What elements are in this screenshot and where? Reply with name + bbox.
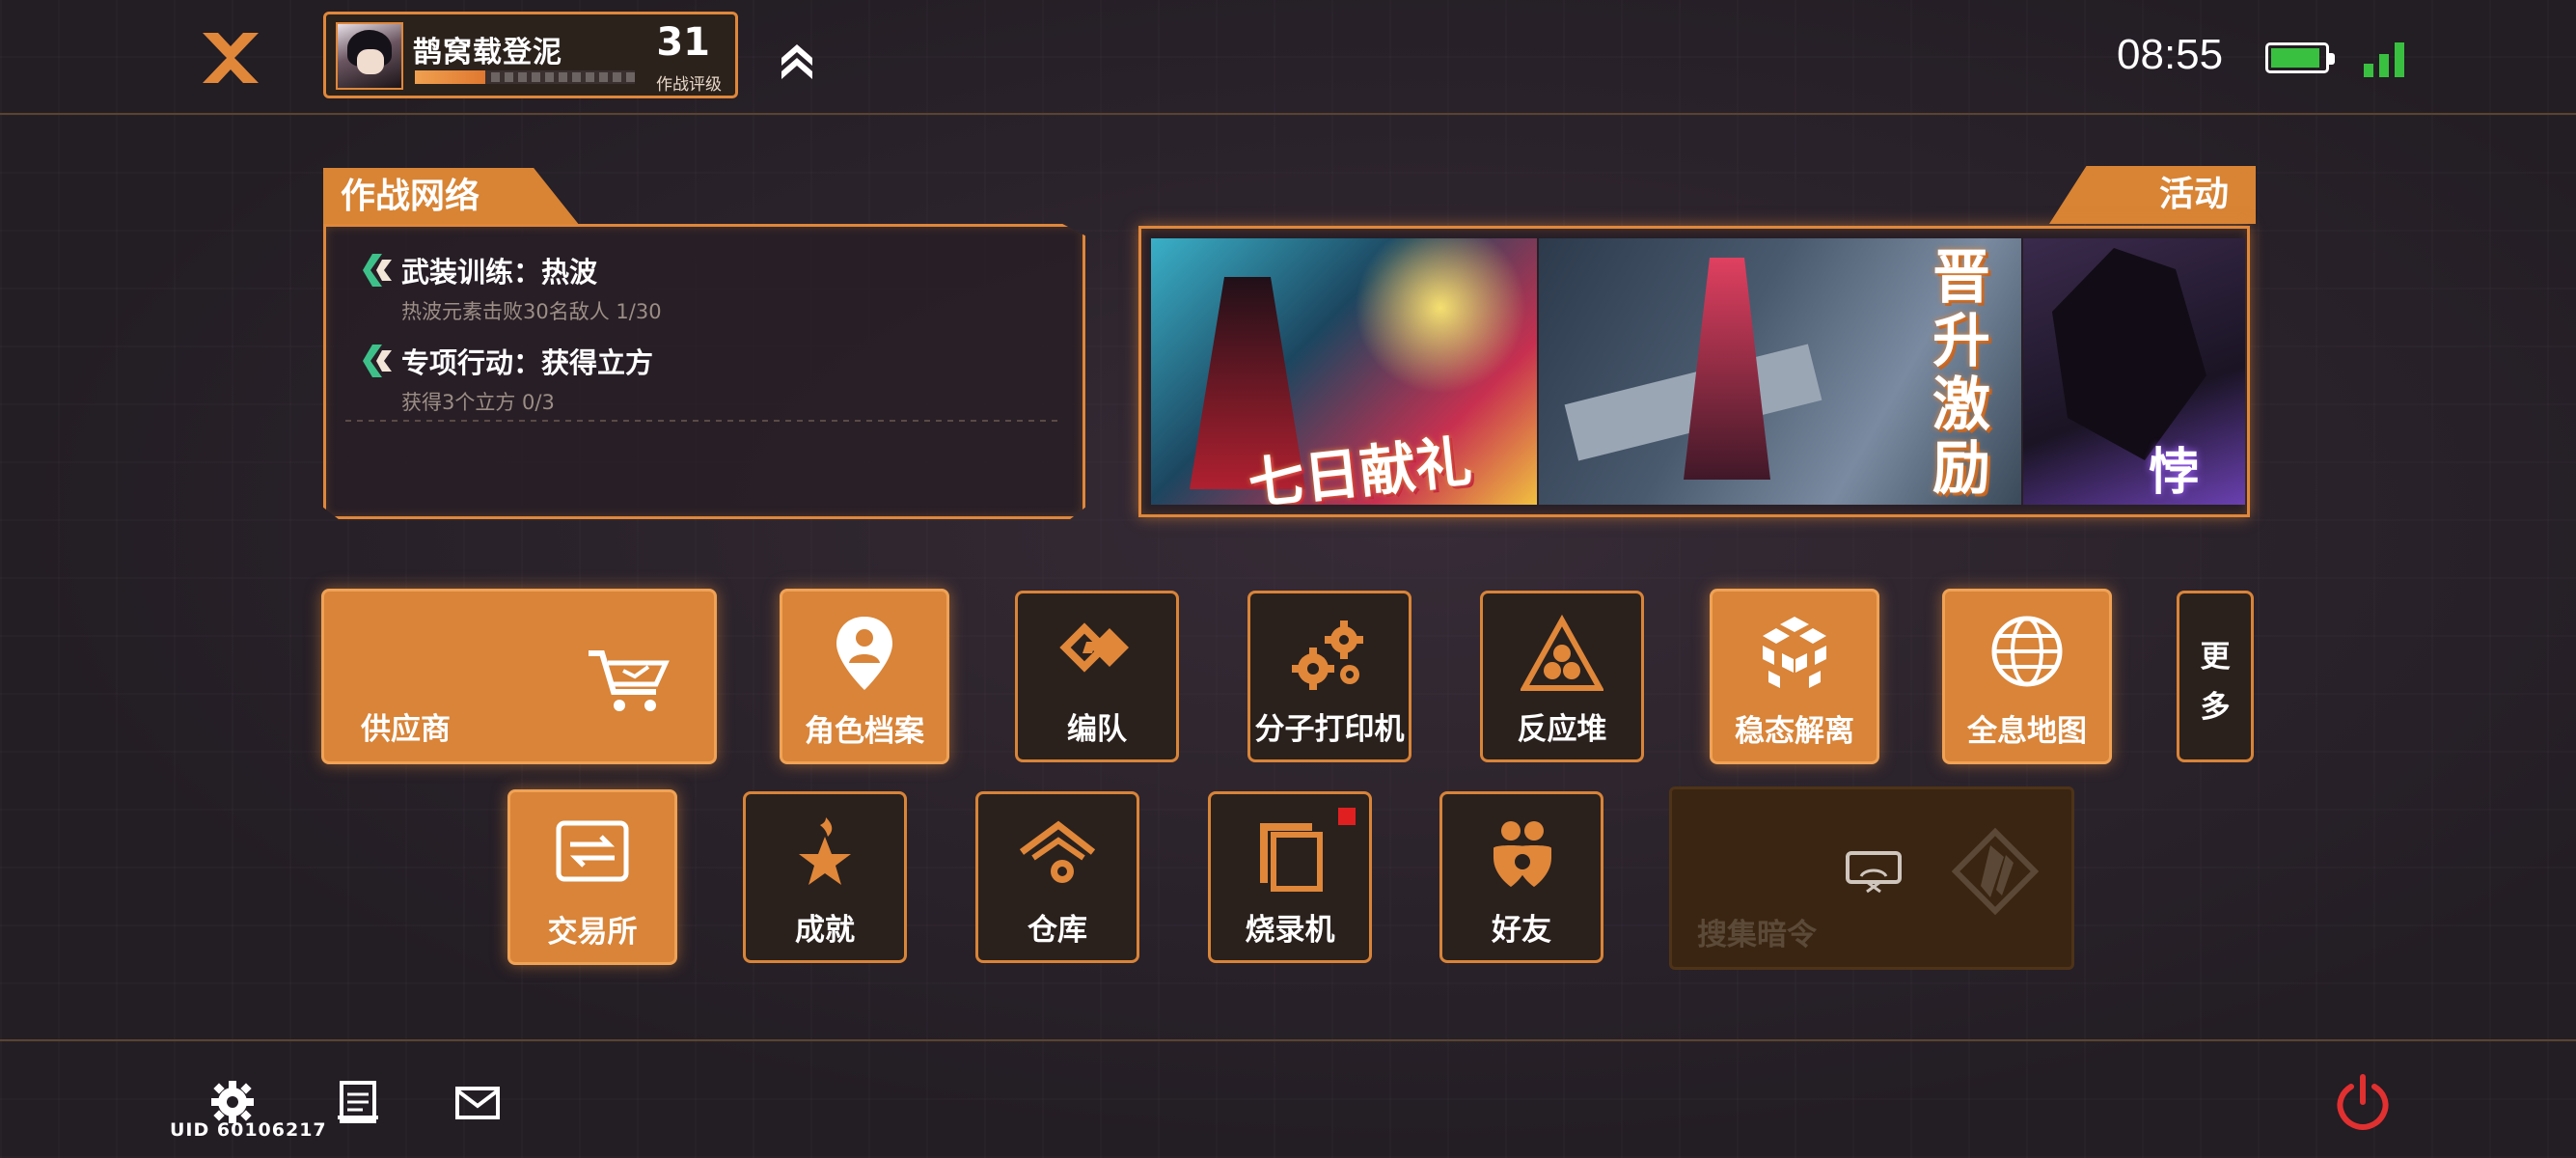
exp-segment [625,72,635,82]
locked-emblem-icon [1952,828,2039,915]
notice-board-icon [338,1081,378,1123]
events-title: 活动 [2049,166,2256,224]
exp-segment [504,72,513,82]
close-button[interactable] [193,27,268,89]
mail-icon [455,1087,500,1119]
collect-cipher-locked[interactable]: 搜集暗令 [1669,786,2074,970]
settings-button[interactable] [207,1079,258,1125]
globe-icon [1991,616,2063,687]
achievements-label: 成就 [795,913,855,948]
formation-label: 编队 [1067,712,1127,747]
clock: 08:55 [2117,31,2224,78]
character-files-label: 角色档案 [805,714,924,749]
battery-icon [2265,42,2335,73]
double-chevron-up-icon [781,44,812,79]
reactor-button[interactable]: 反应堆 [1480,591,1644,762]
user-id: UID 60106217 [170,1119,327,1141]
quest-diamond-icon [363,345,392,377]
more-label: 更多 [2200,640,2231,725]
achievements-button[interactable]: 成就 [743,791,907,963]
holomap-button[interactable]: 全息地图 [1942,589,2112,764]
burner-frame-icon [1260,823,1323,892]
supplier-button[interactable]: 供应商 [321,589,717,764]
exp-progress-bar [415,70,635,84]
friends-icon [1494,821,1551,887]
combat-network-panel[interactable]: 武装训练：热波 热波元素击败30名敌人 1/30 专项行动：获得立方 获得3个立… [323,224,1085,519]
player-level: 31 [656,20,710,65]
steady-dissociation-label: 稳态解离 [1735,714,1854,749]
rank-up-button[interactable] [778,39,816,81]
event-banner[interactable]: 七日献礼 [1151,238,1537,505]
friends-label: 好友 [1492,913,1551,948]
molecular-printer-label: 分子打印机 [1254,712,1405,747]
reactor-triangle-icon [1521,615,1603,691]
exp-segment [517,72,527,82]
exp-segment [585,72,594,82]
exchange-label: 交易所 [547,915,638,950]
power-icon [2337,1074,2389,1131]
notice-button[interactable] [334,1079,384,1125]
exp-segment [571,72,581,82]
quest-progress: 热波元素击败30名敌人 1/30 [401,300,662,323]
burner-button[interactable]: 烧录机 [1208,791,1372,963]
shopping-cart-icon [589,650,670,711]
power-button[interactable] [2335,1073,2391,1131]
warehouse-icon [1019,820,1096,883]
more-button[interactable]: 更多 [2177,591,2254,762]
exp-segment [531,72,540,82]
separator-dashes [345,420,1063,422]
diamond-link-icon [1059,622,1129,673]
exchange-button[interactable]: 交易所 [507,789,677,965]
star-flame-icon [799,817,851,885]
molecular-printer-button[interactable]: 分子打印机 [1247,591,1411,762]
wifi-x-icon [1846,851,1902,894]
exp-segment [558,72,567,82]
quest-title: 专项行动：获得立方 [401,346,654,379]
warehouse-button[interactable]: 仓库 [975,791,1139,963]
supplier-label: 供应商 [361,712,451,747]
events-carousel[interactable]: 七日献礼 晋升激励 悖论 [1138,226,2250,517]
gear-icon [211,1081,254,1123]
signal-bars-icon [2364,39,2408,77]
player-name: 鹊窝载登泥 [413,36,562,69]
quest-diamond-icon [363,254,392,287]
rank-label: 作战评级 [656,75,722,95]
gears-icon [1292,620,1363,690]
exchange-arrows-icon [556,820,629,882]
event-banner[interactable]: 晋升激励 [1539,238,2021,505]
cube-grid-icon [1763,617,1826,688]
holomap-label: 全息地图 [1967,714,2087,749]
mail-button[interactable] [453,1081,504,1127]
event-banner[interactable]: 悖论 [2023,238,2245,505]
event-banner-title: 悖论 [2149,444,2200,502]
avatar [336,22,403,90]
exp-segment [490,72,500,82]
bottom-divider [0,1039,2576,1041]
event-banner-title: 晋升激励 [1932,244,1990,503]
top-divider [0,113,2576,115]
friends-button[interactable]: 好友 [1439,791,1603,963]
quest-title: 武装训练：热波 [401,256,598,289]
map-pin-person-icon [836,617,892,690]
formation-button[interactable]: 编队 [1015,591,1179,762]
combat-network-title: 作战网络 [323,168,580,226]
exp-segment [544,72,554,82]
burner-label: 烧录机 [1245,913,1335,948]
exp-segment [612,72,621,82]
collect-cipher-label: 搜集暗令 [1697,918,1817,952]
player-profile-card[interactable]: 鹊窝载登泥 31 作战评级 [323,12,738,98]
reactor-label: 反应堆 [1517,712,1607,747]
notification-dot [1338,808,1356,825]
close-x-icon [203,33,259,83]
steady-dissociation-button[interactable]: 稳态解离 [1710,589,1879,764]
warehouse-label: 仓库 [1028,913,1087,948]
character-files-button[interactable]: 角色档案 [780,589,949,764]
quest-progress: 获得3个立方 0/3 [401,391,555,414]
exp-segment [598,72,608,82]
